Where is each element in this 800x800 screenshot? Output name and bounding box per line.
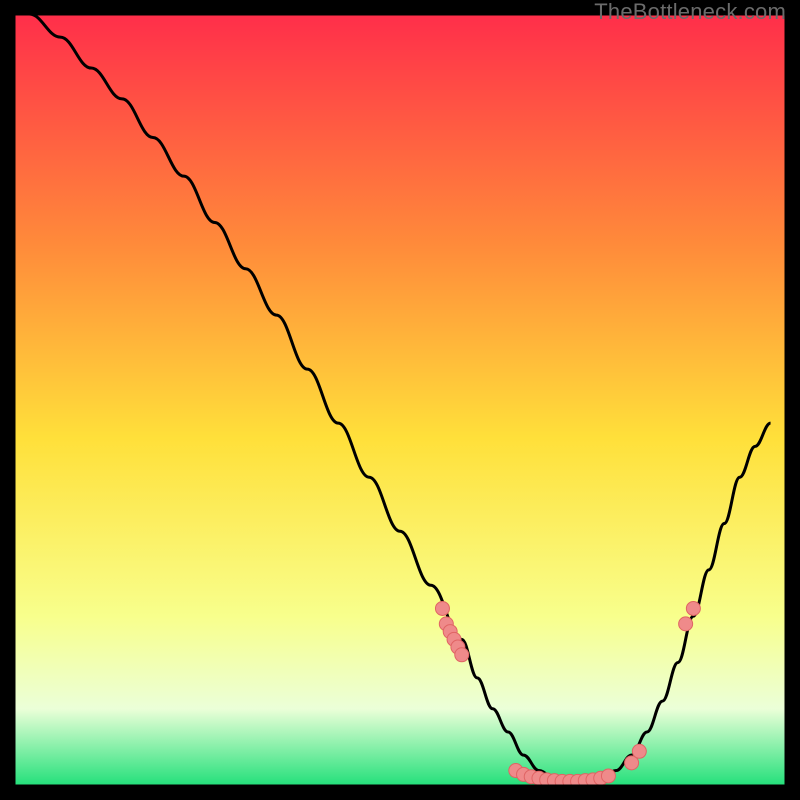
data-marker — [455, 648, 469, 662]
data-marker — [632, 744, 646, 758]
watermark-text: TheBottleneck.com — [594, 0, 786, 24]
data-marker — [601, 769, 615, 783]
data-marker — [435, 601, 449, 615]
gradient-background — [14, 14, 786, 786]
data-marker — [679, 617, 693, 631]
data-marker — [686, 601, 700, 615]
chart-frame — [14, 14, 786, 786]
bottleneck-chart — [14, 14, 786, 786]
